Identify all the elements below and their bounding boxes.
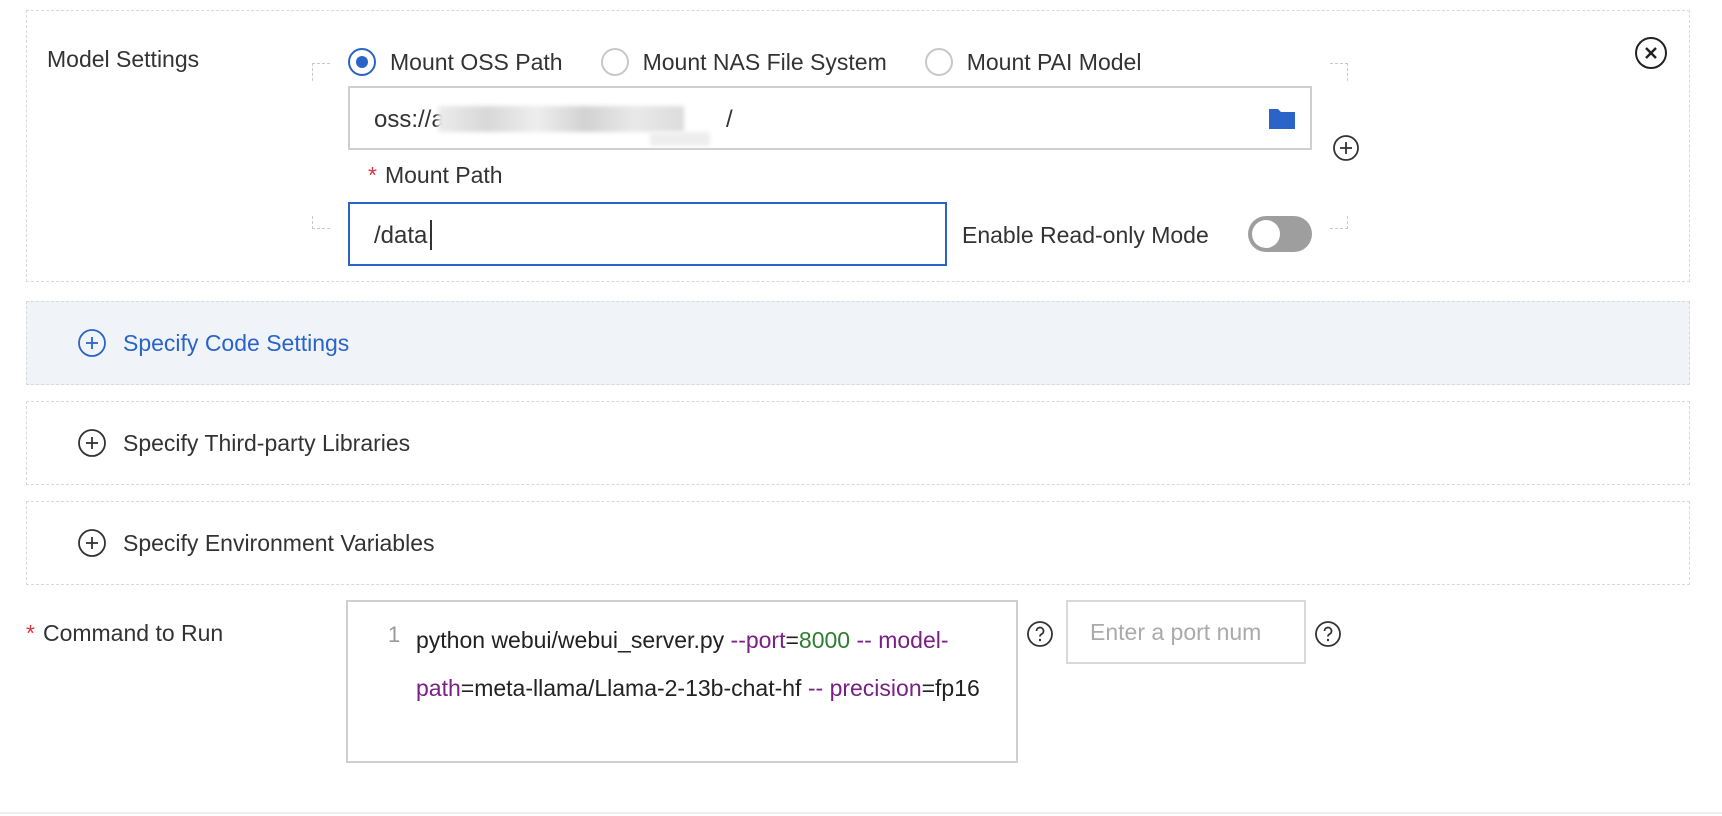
radio-label: Mount PAI Model — [966, 48, 1142, 75]
redacted-path — [438, 106, 684, 132]
close-circle-icon[interactable] — [1634, 36, 1668, 70]
oss-path-input[interactable]: oss://a / — [348, 86, 1312, 150]
plus-circle-icon[interactable] — [77, 428, 107, 458]
command-code-editor[interactable]: 1 python webui/webui_server.py --port=80… — [346, 600, 1018, 763]
specify-third-party-libraries-section[interactable]: Specify Third-party Libraries — [26, 401, 1690, 485]
radio-mount-oss-path[interactable]: Mount OSS Path — [348, 48, 563, 76]
section-label[interactable]: Specify Environment Variables — [123, 530, 435, 557]
radio-checked-indicator[interactable] — [348, 48, 376, 76]
mount-path-value: /data — [374, 222, 428, 249]
text-caret — [430, 220, 432, 250]
question-circle-icon[interactable] — [1314, 620, 1342, 648]
mount-type-radio-group: Mount OSS Path Mount NAS File System Mou… — [348, 44, 1179, 80]
radio-unchecked-indicator[interactable] — [600, 48, 629, 76]
plus-circle-icon[interactable] — [77, 328, 107, 358]
readonly-mode-toggle[interactable] — [1248, 216, 1312, 252]
toggle-knob — [1252, 220, 1280, 248]
question-circle-icon[interactable] — [1026, 620, 1054, 648]
port-number-input[interactable] — [1066, 600, 1306, 664]
radio-unchecked-indicator[interactable] — [924, 48, 953, 76]
bottom-divider — [0, 812, 1722, 814]
oss-path-suffix: / — [726, 106, 733, 133]
command-to-run-label: * Command to Run — [26, 620, 224, 646]
plus-circle-icon[interactable] — [77, 528, 107, 558]
radio-mount-pai-model[interactable]: Mount PAI Model — [924, 48, 1142, 76]
mount-path-label: * Mount Path — [368, 162, 503, 188]
line-number: 1 — [388, 622, 401, 647]
radio-label: Mount OSS Path — [390, 48, 563, 75]
specify-environment-variables-section[interactable]: Specify Environment Variables — [26, 501, 1690, 585]
radio-mount-nas-file-system[interactable]: Mount NAS File System — [600, 48, 887, 76]
section-label[interactable]: Specify Third-party Libraries — [123, 430, 410, 457]
oss-path-prefix: oss://a — [374, 106, 445, 133]
command-code[interactable]: python webui/webui_server.py --port=8000… — [416, 616, 1006, 712]
folder-icon[interactable] — [1268, 106, 1296, 130]
radio-label: Mount NAS File System — [642, 48, 887, 75]
mount-path-input[interactable]: /data — [348, 202, 947, 266]
readonly-mode-label: Enable Read-only Mode — [962, 222, 1209, 248]
model-settings-label: Model Settings — [47, 46, 200, 72]
section-label[interactable]: Specify Code Settings — [123, 330, 349, 357]
required-asterisk: * — [26, 620, 35, 646]
required-asterisk: * — [368, 162, 377, 188]
specify-code-settings-section[interactable]: Specify Code Settings — [26, 301, 1690, 385]
plus-circle-icon[interactable] — [1332, 134, 1360, 162]
